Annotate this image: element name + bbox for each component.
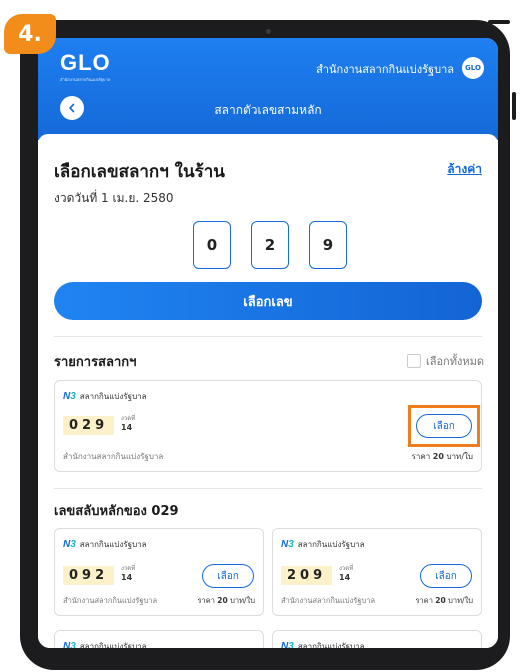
permutation-title: เลขสลับหลักของ 029	[54, 504, 179, 519]
ticket-list-title: รายการสลากฯ	[54, 355, 137, 370]
n3-logo-icon: N3	[63, 641, 76, 648]
ticket-period-label: งวดที่	[339, 565, 354, 572]
ticket-period: งวดที่ 14	[121, 564, 135, 582]
ticket-brand: N3 สลากกินแบ่งรัฐบาล	[63, 640, 147, 648]
clear-link[interactable]: ล้างค่า	[447, 160, 482, 179]
divider	[54, 488, 482, 489]
page-title: สลากตัวเลขสามหลัก	[214, 103, 322, 117]
ticket-brand: N3 สลากกินแบ่งรัฐบาล	[281, 640, 365, 648]
ticket-org: สำนักงานสลากกินแบ่งรัฐบาล	[281, 596, 376, 605]
n3-logo-icon: N3	[281, 641, 294, 648]
price-value: 20	[432, 452, 444, 461]
price-prefix: ราคา	[197, 596, 215, 605]
screen: GLO สำนักงานสลากกินแบ่งรัฐบาล สำนักงานสล…	[38, 38, 498, 648]
glo-logo: GLO สำนักงานสลากกินแบ่งรัฐบาล	[60, 50, 111, 83]
select-ticket-button[interactable]: เลือก	[202, 564, 254, 588]
price-suffix: บาท/ใบ	[446, 452, 473, 461]
divider	[54, 336, 482, 337]
ticket-number: 029	[63, 416, 115, 435]
digit-input-2[interactable]: 2	[251, 221, 289, 269]
ticket-price: ราคา 20 บาท/ใบ	[415, 595, 473, 607]
select-all-label: เลือกทั้งหมด	[425, 355, 484, 368]
tablet-side-button	[512, 92, 516, 120]
n3-logo-icon: N3	[281, 539, 294, 550]
digit-input-3[interactable]: 9	[309, 221, 347, 269]
n3-logo-icon: N3	[63, 539, 76, 550]
ticket-brand: N3 สลากกินแบ่งรัฐบาล	[63, 538, 147, 551]
ticket-card: N3 สลากกินแบ่งรัฐบาล 092 งวดที่ 14 สำนัก…	[54, 528, 264, 616]
price-suffix: บาท/ใบ	[448, 596, 473, 605]
ticket-price: ราคา 20 บาท/ใบ	[412, 450, 473, 463]
org-name: สำนักงานสลากกินแบ่งรัฐบาล	[316, 63, 454, 76]
price-value: 20	[435, 596, 446, 605]
digit-input-1[interactable]: 0	[193, 221, 231, 269]
ticket-brand: N3 สลากกินแบ่งรัฐบาล	[281, 538, 365, 551]
highlight-box	[408, 405, 480, 447]
selection-title: เลือกเลขสลากฯ ในร้าน	[54, 162, 225, 182]
ticket-brand-name: สลากกินแบ่งรัฐบาล	[297, 540, 365, 549]
choose-number-button[interactable]: เลือกเลข	[54, 282, 482, 320]
select-all[interactable]: เลือกทั้งหมด	[406, 352, 484, 370]
org-avatar[interactable]: GLO	[462, 57, 484, 79]
ticket-brand-name: สลากกินแบ่งรัฐบาล	[79, 540, 147, 549]
ticket-brand-name: สลากกินแบ่งรัฐบาล	[297, 642, 365, 648]
ticket-brand-name: สลากกินแบ่งรัฐบาล	[79, 392, 147, 401]
ticket-price: ราคา 20 บาท/ใบ	[197, 595, 255, 607]
ticket-period-value: 14	[121, 573, 133, 582]
app-header: GLO สำนักงานสลากกินแบ่งรัฐบาล สำนักงานสล…	[38, 38, 498, 140]
price-prefix: ราคา	[411, 452, 431, 461]
logo-text: GLO	[60, 50, 111, 75]
ticket-card: N3 สลากกินแบ่งรัฐบาล	[54, 630, 264, 648]
price-prefix: ราคา	[415, 596, 433, 605]
ticket-number: 092	[63, 566, 115, 585]
select-ticket-button[interactable]: เลือก	[420, 564, 472, 588]
step-badge: 4.	[4, 14, 56, 54]
ticket-period: งวดที่ 14	[121, 414, 135, 432]
digit-inputs: 0 2 9	[193, 221, 347, 269]
logo-subtitle: สำนักงานสลากกินแบ่งรัฐบาล	[60, 77, 111, 82]
camera-dot	[266, 29, 271, 34]
ticket-card: N3 สลากกินแบ่งรัฐบาล 209 งวดที่ 14 สำนัก…	[272, 528, 482, 616]
ticket-period-label: งวดที่	[121, 415, 136, 422]
select-all-checkbox[interactable]	[406, 354, 421, 368]
ticket-period-value: 14	[121, 423, 133, 432]
ticket-brand-name: สลากกินแบ่งรัฐบาล	[79, 642, 147, 648]
stage: 4. GLO สำนักงานสลากกินแบ่งรัฐบาล สำนักงา…	[0, 0, 520, 672]
ticket-period-label: งวดที่	[121, 565, 136, 572]
ticket-period-value: 14	[339, 573, 351, 582]
ticket-org: สำนักงานสลากกินแบ่งรัฐบาล	[63, 596, 158, 605]
ticket-number: 209	[281, 566, 333, 585]
n3-logo-icon: N3	[63, 391, 76, 402]
ticket-org: สำนักงานสลากกินแบ่งรัฐบาล	[63, 452, 164, 461]
ticket-period: งวดที่ 14	[339, 564, 353, 582]
ticket-brand: N3 สลากกินแบ่งรัฐบาล	[63, 390, 147, 403]
ticket-card: N3 สลากกินแบ่งรัฐบาล	[272, 630, 482, 648]
price-suffix: บาท/ใบ	[230, 596, 255, 605]
draw-date: งวดวันที่ 1 เม.ย. 2580	[54, 191, 174, 205]
price-value: 20	[217, 596, 228, 605]
